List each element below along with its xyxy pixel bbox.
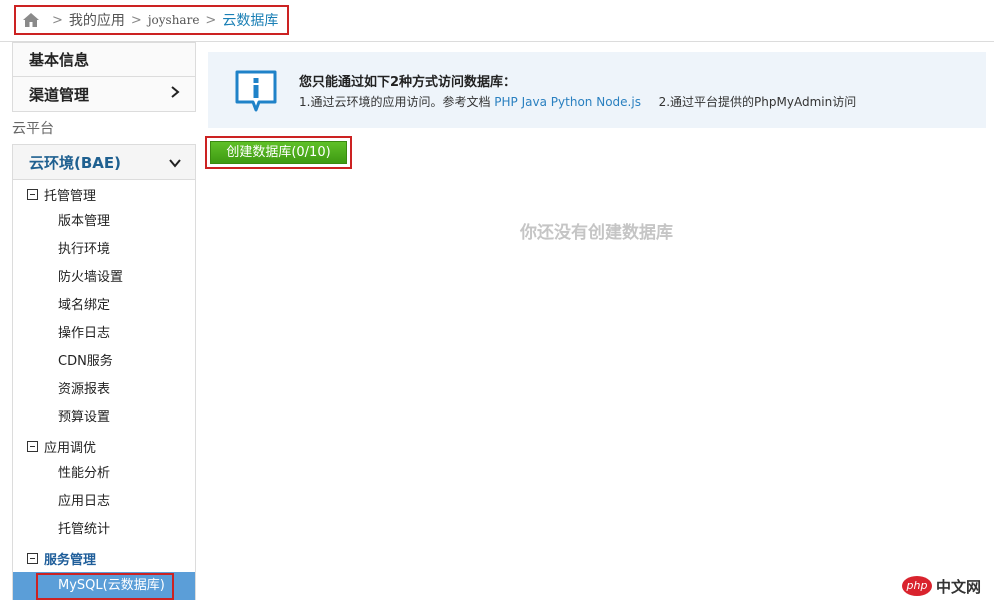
sidebar-item-cloud-env[interactable]: 云环境(BAE) [12,144,196,180]
highlight-frame [36,573,174,600]
collapse-icon[interactable] [27,188,38,200]
doc-link-php[interactable]: PHP [494,95,518,109]
sidebar-item-version-management[interactable]: 版本管理 [13,208,195,236]
group-app-tuning[interactable]: 应用调优 [13,432,195,460]
collapse-icon[interactable] [27,552,38,564]
highlight-frame: 创建数据库(0/10) [205,136,352,169]
sidebar-item-label: 渠道管理 [29,85,90,104]
info-panel: 您只能通过如下2种方式访问数据库： 1.通过云环境的应用访问。参考文档 PHP … [208,52,986,128]
sidebar-item-domain-binding[interactable]: 域名绑定 [13,292,195,320]
breadcrumb-app-name[interactable]: joyshare [148,13,200,27]
sidebar-item-channel-management[interactable]: 渠道管理 [12,77,196,112]
breadcrumb-current: 云数据库 [222,13,279,29]
breadcrumb-my-apps[interactable]: 我的应用 [69,10,125,30]
chevron-down-icon [169,159,181,168]
sidebar-item-cdn[interactable]: CDN服务 [13,348,195,376]
breadcrumb: > 我的应用 > joyshare > 云数据库 [14,5,289,35]
sidebar-item-performance[interactable]: 性能分析 [13,460,195,488]
chevron-right-icon: > [130,12,142,28]
create-database-button[interactable]: 创建数据库(0/10) [210,141,347,164]
sidebar-item-resource-report[interactable]: 资源报表 [13,376,195,404]
sidebar-item-label: 云环境(BAE) [29,153,121,172]
watermark-text: 中文网 [936,577,982,596]
info-icon [235,70,277,112]
sidebar-item-basic-info[interactable]: 基本信息 [12,42,196,77]
sidebar-nav-list: 托管管理 版本管理 执行环境 防火墙设置 域名绑定 操作日志 CDN服务 资源报… [12,180,196,600]
sidebar-item-app-log[interactable]: 应用日志 [13,488,195,516]
info-line-suffix: 2.通过平台提供的PhpMyAdmin访问 [658,95,857,109]
sidebar-item-firewall[interactable]: 防火墙设置 [13,264,195,292]
chevron-right-icon: > [205,12,217,28]
empty-state-message: 你还没有创建数据库 [520,223,673,243]
sidebar: 基本信息 渠道管理 云平台 云环境(BAE) 托管管理 版本管理 执行环境 防火… [12,42,196,606]
home-icon[interactable] [22,11,40,29]
sidebar-item-operation-log[interactable]: 操作日志 [13,320,195,348]
info-description: 1.通过云环境的应用访问。参考文档 PHP Java Python Node.j… [299,93,856,110]
info-title: 您只能通过如下2种方式访问数据库： [299,75,517,90]
group-service-management[interactable]: 服务管理 [13,544,195,572]
php-logo: php [902,576,932,596]
chevron-right-icon [171,86,180,98]
sidebar-item-hosting-stats[interactable]: 托管统计 [13,516,195,544]
group-hosting-management[interactable]: 托管管理 [13,180,195,208]
chevron-right-icon: > [52,12,63,28]
doc-link-nodejs[interactable]: Node.js [596,95,641,109]
doc-link-python[interactable]: Python [551,95,593,109]
doc-link-java[interactable]: Java [522,95,547,109]
group-title: 服务管理 [44,552,97,568]
section-title-cloud-platform: 云平台 [12,121,54,137]
sidebar-item-runtime-env[interactable]: 执行环境 [13,236,195,264]
info-line-prefix: 1.通过云环境的应用访问。参考文档 [299,95,491,109]
sidebar-item-label: 基本信息 [29,51,90,69]
group-title: 托管管理 [44,188,97,204]
sidebar-item-budget[interactable]: 预算设置 [13,404,195,432]
sidebar-item-mysql[interactable]: MySQL(云数据库) [13,572,195,600]
collapse-icon[interactable] [27,440,38,452]
watermark: php 中文网 [902,574,981,598]
group-title: 应用调优 [44,440,97,456]
